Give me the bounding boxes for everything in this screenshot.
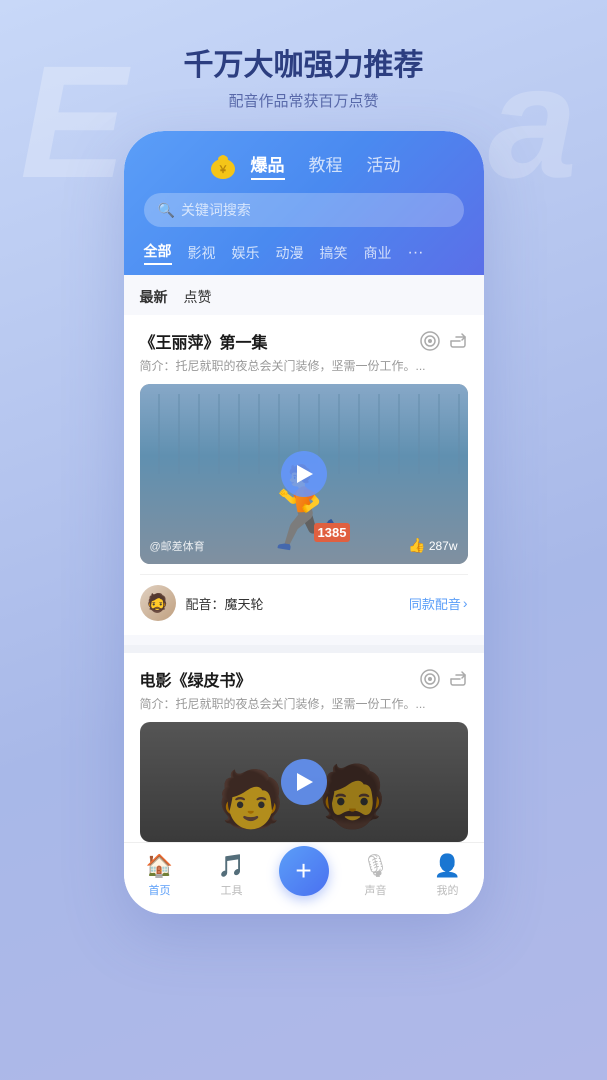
card1-share-icon[interactable] — [448, 331, 468, 351]
card2-icons — [420, 669, 468, 689]
add-icon: + — [295, 857, 311, 885]
home-icon: 🏠 — [146, 853, 173, 879]
nav-item-voice[interactable]: 🎙 声音 — [340, 853, 412, 898]
card2-play-button[interactable] — [281, 759, 327, 805]
card1-title: 《王丽萍》第一集 — [140, 329, 268, 353]
card2-title-row: 电影《绿皮书》 — [140, 667, 468, 691]
card1-dubbing-left: 🧔 配音：魔天轮 — [140, 585, 264, 621]
nav-tab-huodong[interactable]: 活动 — [367, 151, 401, 180]
nav-label-home: 首页 — [149, 882, 171, 898]
logo-icon: ￥ — [207, 149, 239, 181]
category-tabs: 全部 影视 娱乐 动漫 搞笑 商业 ··· — [144, 241, 464, 275]
svg-text:￥: ￥ — [218, 165, 228, 176]
card1-likes: 👍 287w — [408, 537, 457, 554]
card1-avatar: 🧔 — [140, 585, 176, 621]
add-button[interactable]: + — [279, 846, 329, 896]
cat-tab-shangye[interactable]: 商业 — [364, 243, 392, 263]
sort-tab-latest[interactable]: 最新 — [140, 287, 168, 307]
sort-tab-likes[interactable]: 点赞 — [184, 287, 212, 307]
video-card-2: 电影《绿皮书》 — [124, 653, 484, 842]
cat-tab-yule[interactable]: 娱乐 — [232, 243, 260, 263]
video-card-1: 《王丽萍》第一集 — [124, 315, 484, 635]
chevron-right-icon: › — [463, 595, 468, 611]
card1-watermark: @邮差体育 — [150, 538, 205, 554]
nav-item-tools[interactable]: 🎵 工具 — [196, 853, 268, 898]
nav-tabs: 爆品 教程 活动 — [251, 151, 401, 180]
phone-mockup: ￥ 爆品 教程 活动 🔍 关键词搜索 全部 影视 娱乐 动漫 搞笑 商业 ··· — [124, 131, 484, 914]
nav-label-tools: 工具 — [221, 882, 243, 898]
tools-icon: 🎵 — [218, 853, 245, 879]
card1-icons — [420, 331, 468, 351]
nav-item-add[interactable]: + — [268, 856, 340, 896]
nav-label-mine: 我的 — [437, 882, 459, 898]
search-placeholder-text: 关键词搜索 — [181, 200, 251, 220]
bottom-nav: 🏠 首页 🎵 工具 + 🎙 声音 👤 我的 — [124, 842, 484, 914]
nav-tab-baoping[interactable]: 爆品 — [251, 151, 285, 180]
nav-item-mine[interactable]: 👤 我的 — [412, 853, 484, 898]
mine-icon: 👤 — [434, 853, 461, 879]
card1-dubbing-name: 配音：魔天轮 — [186, 594, 264, 613]
card2-thumbnail[interactable]: 🧑 🧔 — [140, 722, 468, 842]
app-header: ￥ 爆品 教程 活动 🔍 关键词搜索 全部 影视 娱乐 动漫 搞笑 商业 ··· — [124, 131, 484, 275]
card2-title: 电影《绿皮书》 — [140, 667, 252, 691]
search-icon: 🔍 — [158, 202, 175, 219]
card1-likes-icon: 👍 — [408, 537, 425, 554]
card1-desc: 简介：托尼就职的夜总会关门装修，坚需一份工作。... — [140, 357, 468, 374]
card1-dubbing-icon[interactable] — [420, 331, 440, 351]
nav-label-voice: 声音 — [365, 882, 387, 898]
cat-tab-gaoxiao[interactable]: 搞笑 — [320, 243, 348, 263]
voice-icon: 🎙 — [362, 853, 390, 879]
search-bar[interactable]: 🔍 关键词搜索 — [144, 193, 464, 227]
bg-letter-e: E — [20, 30, 127, 180]
cat-tab-dongman[interactable]: 动漫 — [276, 243, 304, 263]
card1-dubbing-row: 🧔 配音：魔天轮 同款配音 › — [140, 574, 468, 635]
card-divider — [124, 645, 484, 653]
nav-tab-jiaocheng[interactable]: 教程 — [309, 151, 343, 180]
sort-tabs: 最新 点赞 — [124, 275, 484, 315]
card2-share-icon[interactable] — [448, 669, 468, 689]
cat-tab-all[interactable]: 全部 — [144, 241, 172, 265]
hero-title: 千万大咖强力推荐 — [184, 40, 424, 84]
card1-play-button[interactable] — [281, 451, 327, 497]
card1-dubbing-link[interactable]: 同款配音 › — [409, 594, 468, 613]
nav-item-home[interactable]: 🏠 首页 — [124, 853, 196, 898]
cat-tab-yingshi[interactable]: 影视 — [188, 243, 216, 263]
hero-header: 千万大咖强力推荐 配音作品常获百万点赞 — [184, 0, 424, 111]
card2-dubbing-icon[interactable] — [420, 669, 440, 689]
card1-title-row: 《王丽萍》第一集 — [140, 329, 468, 353]
hero-subtitle: 配音作品常获百万点赞 — [184, 90, 424, 111]
app-logo-nav: ￥ 爆品 教程 活动 — [144, 149, 464, 181]
bg-letter-a: a — [488, 30, 577, 180]
app-content: 最新 点赞 《王丽萍》第一集 — [124, 275, 484, 842]
card2-desc: 简介：托尼就职的夜总会关门装修，坚需一份工作。... — [140, 695, 468, 712]
bib-number: 1385 — [314, 523, 351, 542]
card1-thumbnail[interactable]: 🏃 1385 @邮差体育 👍 287w — [140, 384, 468, 564]
cat-more-icon[interactable]: ··· — [408, 244, 424, 262]
